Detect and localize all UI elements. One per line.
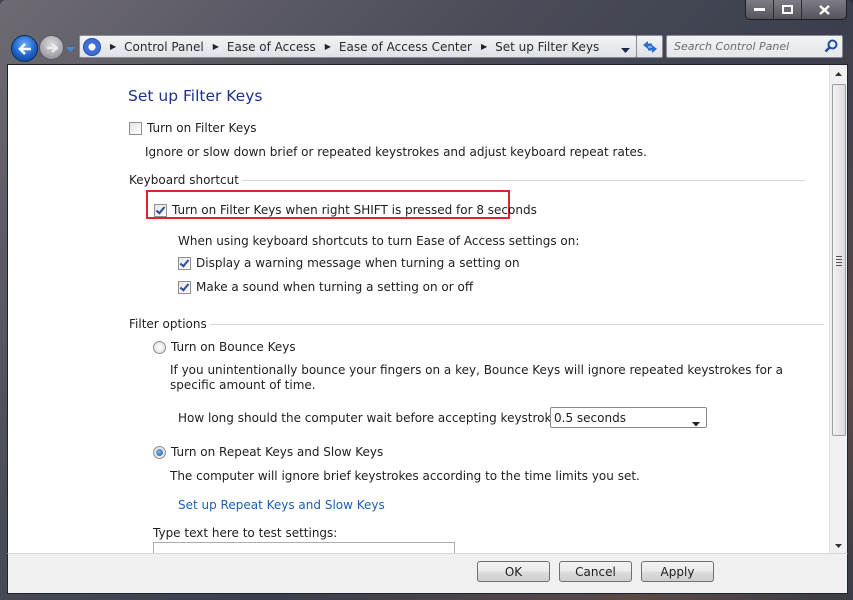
make-sound-label[interactable]: Make a sound when turning a setting on o… xyxy=(196,280,473,294)
dialog-footer: OK Cancel Apply xyxy=(7,553,848,594)
content-pane: Set up Filter Keys Turn on Filter Keys I… xyxy=(7,64,848,555)
filter-options-heading: Filter options xyxy=(129,317,207,331)
settings-content: Set up Filter Keys Turn on Filter Keys I… xyxy=(8,65,830,554)
back-button[interactable] xyxy=(11,35,38,62)
breadcrumb-ease-of-access[interactable]: Ease of Access xyxy=(227,40,316,54)
repeat-slow-keys-radio[interactable] xyxy=(153,445,166,459)
dropdown-arrow-icon xyxy=(692,416,700,430)
ok-button[interactable]: OK xyxy=(477,561,550,582)
scroll-up-button[interactable] xyxy=(830,65,847,82)
control-panel-icon xyxy=(83,37,101,56)
search-icon[interactable] xyxy=(824,39,838,56)
warning-message-checkbox[interactable] xyxy=(178,256,191,270)
address-bar[interactable]: ▶ Control Panel ▶ Ease of Access ▶ Ease … xyxy=(79,35,637,58)
make-sound-checkbox[interactable] xyxy=(178,280,191,294)
bounce-keys-description-line2: specific amount of time. xyxy=(170,378,316,392)
close-icon xyxy=(818,4,830,15)
wait-time-value: 0.5 seconds xyxy=(554,410,626,425)
shift-shortcut-checkbox[interactable] xyxy=(154,203,167,217)
turn-on-filter-keys-option[interactable]: Turn on Filter Keys xyxy=(129,121,257,135)
breadcrumb-set-up-filter-keys[interactable]: Set up Filter Keys xyxy=(495,40,599,54)
scroll-down-button[interactable] xyxy=(830,537,847,554)
filter-options-group: Filter options xyxy=(129,317,824,331)
warning-message-option[interactable]: Display a warning message when turning a… xyxy=(178,256,520,270)
filter-keys-description: Ignore or slow down brief or repeated ke… xyxy=(145,145,647,159)
shift-shortcut-label[interactable]: Turn on Filter Keys when right SHIFT is … xyxy=(172,203,537,217)
search-box[interactable] xyxy=(666,35,843,58)
close-button[interactable] xyxy=(801,0,846,19)
keyboard-shortcut-heading: Keyboard shortcut xyxy=(129,173,239,187)
shift-shortcut-option[interactable]: Turn on Filter Keys when right SHIFT is … xyxy=(154,203,537,217)
arrow-down-icon xyxy=(835,543,842,548)
repeat-slow-keys-label[interactable]: Turn on Repeat Keys and Slow Keys xyxy=(171,445,383,459)
test-settings-label: Type text here to test settings: xyxy=(153,526,338,540)
bounce-keys-option[interactable]: Turn on Bounce Keys xyxy=(153,340,296,354)
breadcrumb-arrow-icon[interactable]: ▶ xyxy=(110,42,116,51)
breadcrumb-arrow-icon[interactable]: ▶ xyxy=(325,42,331,51)
minimize-icon xyxy=(754,7,765,11)
chevron-down-icon xyxy=(66,47,75,52)
page-title: Set up Filter Keys xyxy=(128,87,263,105)
refresh-button[interactable] xyxy=(636,35,663,58)
shortcut-intro: When using keyboard shortcuts to turn Ea… xyxy=(178,234,580,248)
breadcrumb-ease-of-access-center[interactable]: Ease of Access Center xyxy=(339,40,472,54)
forward-arrow-icon xyxy=(46,42,58,53)
maximize-button[interactable] xyxy=(773,0,801,19)
turn-on-filter-keys-checkbox[interactable] xyxy=(129,121,142,135)
chevron-down-icon xyxy=(621,48,630,53)
refresh-icon xyxy=(642,40,657,53)
bounce-keys-radio[interactable] xyxy=(153,340,166,354)
arrow-up-icon xyxy=(835,71,842,76)
divider xyxy=(209,323,824,325)
breadcrumb-arrow-icon[interactable]: ▶ xyxy=(481,42,487,51)
wait-time-question: How long should the computer wait before… xyxy=(178,411,572,425)
apply-button[interactable]: Apply xyxy=(641,561,714,582)
warning-message-label[interactable]: Display a warning message when turning a… xyxy=(196,256,520,270)
caption-buttons xyxy=(745,0,847,20)
bounce-keys-description-line1: If you unintentionally bounce your finge… xyxy=(170,363,784,377)
back-arrow-icon xyxy=(17,42,31,55)
repeat-slow-keys-description: The computer will ignore brief keystroke… xyxy=(170,469,640,483)
divider xyxy=(241,179,805,181)
turn-on-filter-keys-label[interactable]: Turn on Filter Keys xyxy=(147,121,257,135)
breadcrumb-arrow-icon[interactable]: ▶ xyxy=(213,42,219,51)
setup-repeat-slow-keys-link[interactable]: Set up Repeat Keys and Slow Keys xyxy=(178,498,385,512)
make-sound-option[interactable]: Make a sound when turning a setting on o… xyxy=(178,280,473,294)
recent-pages-button[interactable] xyxy=(66,42,75,56)
forward-button[interactable] xyxy=(39,35,64,60)
address-history-button[interactable] xyxy=(621,42,630,56)
vertical-scrollbar[interactable] xyxy=(829,65,847,554)
maximize-icon xyxy=(782,5,793,14)
minimize-button[interactable] xyxy=(746,0,773,19)
repeat-slow-keys-option[interactable]: Turn on Repeat Keys and Slow Keys xyxy=(153,445,383,459)
grip-icon xyxy=(836,256,842,268)
cancel-button[interactable]: Cancel xyxy=(559,561,632,582)
scroll-thumb[interactable] xyxy=(832,84,846,436)
wait-time-dropdown[interactable]: 0.5 seconds xyxy=(550,407,707,428)
bounce-keys-label[interactable]: Turn on Bounce Keys xyxy=(171,340,296,354)
breadcrumb-control-panel[interactable]: Control Panel xyxy=(124,40,204,54)
search-input[interactable] xyxy=(674,40,819,53)
keyboard-shortcut-group: Keyboard shortcut xyxy=(129,173,805,187)
